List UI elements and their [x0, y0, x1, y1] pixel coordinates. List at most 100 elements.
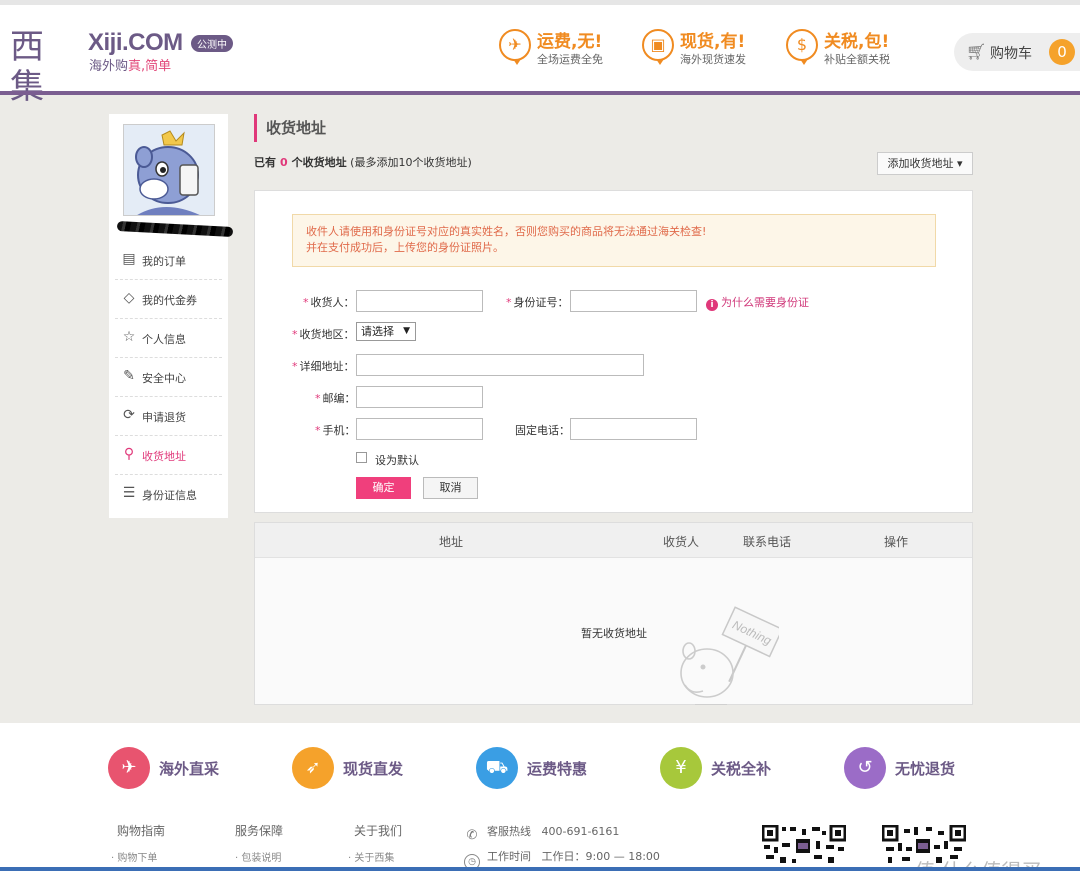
sidebar-item-label: 我的代金券	[142, 294, 197, 307]
column-phone: 联系电话	[743, 535, 792, 549]
column-address: 地址	[439, 535, 464, 549]
sidebar-item-label: 收货地址	[142, 450, 186, 463]
footer-col-service: 服务保障 · 包装说明	[235, 822, 283, 864]
piggy-icon: ¥	[660, 747, 702, 789]
footer-link[interactable]: · 关于西集	[348, 849, 402, 864]
confirm-button[interactable]: 确定	[356, 477, 411, 499]
promo-title: 运费,无!	[537, 32, 603, 52]
why-id-link[interactable]: i 为什么需要身份证	[706, 294, 809, 311]
coupon-icon: ◇	[123, 290, 135, 306]
site-footer: ✈ 海外直采 ➶ 现货直发 ⛟ 运费特惠 ¥ 关税全补 ↺ 无忧退货 购物指南 …	[0, 723, 1080, 871]
mobile-label: * 手机：	[315, 424, 356, 437]
globe-bag-icon: ✈	[108, 747, 150, 789]
mobile-input[interactable]	[356, 418, 483, 440]
receiver-label: * 收货人：	[303, 296, 355, 309]
logo-english: Xiji.COM	[88, 29, 183, 56]
footer-link[interactable]: · 包装说明	[235, 849, 283, 864]
region-label: * 收货地区：	[292, 328, 355, 341]
location-icon: ⚲	[123, 446, 135, 462]
info-icon: i	[706, 299, 718, 311]
qr-code-app	[762, 825, 846, 865]
id-number-input[interactable]	[570, 290, 697, 312]
return-icon: ↺	[844, 747, 886, 789]
star-icon: ☆	[122, 329, 136, 345]
footer-col-heading: 服务保障	[235, 824, 284, 838]
sidebar-item-security[interactable]: ✎ 安全中心	[115, 358, 222, 397]
phone-icon: ✆	[466, 828, 478, 843]
avatar[interactable]	[123, 124, 215, 216]
logo-chinese: 西集	[10, 27, 44, 107]
sidebar-item-orders[interactable]: ▤ 我的订单	[115, 241, 222, 280]
address-label: * 详细地址：	[292, 360, 355, 373]
address-count: 已有 0 个收货地址 (最多添加10个收货地址)	[254, 156, 472, 169]
zip-label: * 邮编：	[315, 392, 356, 405]
account-sidebar: ▤ 我的订单 ◇ 我的代金券 ☆ 个人信息 ✎ 安全中心 ⟳ 申请退货 ⚲ 收货…	[109, 114, 234, 518]
cart-label: 购物车	[990, 46, 1032, 62]
default-checkbox-label: 设为默认	[375, 454, 419, 467]
footer-col-heading: 关于我们	[354, 824, 403, 838]
footer-col-heading: 购物指南	[117, 824, 166, 838]
chevron-down-icon: ▼	[403, 326, 410, 336]
sidebar-item-label: 申请退货	[142, 411, 186, 424]
footer-link[interactable]: · 购物下单	[111, 849, 165, 864]
phone-label: 固定电话：	[515, 424, 570, 437]
hotline: ✆ 客服热线 400-691-6161	[464, 823, 620, 845]
cancel-button[interactable]: 取消	[423, 477, 478, 499]
feature-label: 关税全补	[711, 760, 772, 778]
promo-title: 关税,包!	[824, 32, 890, 52]
promo-title: 现货,有!	[680, 32, 746, 52]
sidebar-item-addresses[interactable]: ⚲ 收货地址	[115, 436, 222, 475]
table-header: 地址 收货人 联系电话 操作	[255, 523, 972, 558]
refresh-icon: ⟳	[123, 407, 135, 423]
sidebar-item-label: 安全中心	[142, 372, 186, 385]
region-select[interactable]: 请选择 ▼	[356, 322, 416, 341]
sidebar-item-label: 个人信息	[142, 333, 186, 346]
edit-icon: ✎	[123, 368, 135, 384]
sidebar-item-label: 我的订单	[142, 255, 186, 268]
empty-state-text: 暂无收货地址	[581, 627, 647, 640]
add-address-button[interactable]: 添加收货地址 ▾	[877, 152, 973, 175]
rocket-icon: ➶	[292, 747, 334, 789]
feature-label: 现货直发	[343, 760, 404, 778]
site-header: 西集 Xiji.COM 海外购真,简单 公测中 ✈ 运费,无! 全场运费全免 ▣…	[0, 5, 1080, 107]
sidebar-item-coupons[interactable]: ◇ 我的代金券	[115, 280, 222, 319]
cart-count-badge: 0	[1049, 39, 1075, 65]
cart-button[interactable]: 🛒︎ 购物车 0	[954, 33, 1080, 71]
truck-icon: ⛟	[476, 747, 518, 789]
column-actions: 操作	[884, 535, 909, 549]
receiver-input[interactable]	[356, 290, 483, 312]
footer-col-about: 关于我们 · 关于西集	[348, 822, 403, 864]
promo-subtitle: 全场运费全免	[537, 53, 603, 66]
sidebar-item-profile[interactable]: ☆ 个人信息	[115, 319, 222, 358]
id-notice: 收件人请使用和身份证号对应的真实姓名，否则您购买的商品将无法通过海关检查! 并在…	[292, 214, 936, 267]
feature-label: 无忧退货	[895, 760, 956, 778]
window-taskbar-edge	[0, 867, 1080, 871]
address-input[interactable]	[356, 354, 644, 376]
header-divider	[0, 91, 1080, 95]
id-card-icon: ☰	[122, 485, 136, 501]
coin-icon: $	[786, 29, 818, 65]
sidebar-item-label: 身份证信息	[142, 489, 197, 502]
sidebar-menu: ▤ 我的订单 ◇ 我的代金券 ☆ 个人信息 ✎ 安全中心 ⟳ 申请退货 ⚲ 收货…	[109, 241, 228, 514]
nothing-rhino-illustration: Nothing	[680, 606, 779, 705]
address-form: 收件人请使用和身份证号对应的真实姓名，否则您购买的商品将无法通过海关检查! 并在…	[254, 190, 973, 513]
sidebar-item-id-card[interactable]: ☰ 身份证信息	[115, 475, 222, 514]
id-number-label: * 身份证号：	[506, 296, 569, 309]
default-checkbox[interactable]	[356, 452, 367, 463]
promo-subtitle: 海外现货速发	[680, 53, 746, 66]
phone-input[interactable]	[570, 418, 697, 440]
plane-icon: ✈	[499, 29, 531, 65]
order-icon: ▤	[122, 251, 136, 267]
feature-label: 运费特惠	[527, 760, 588, 778]
column-receiver: 收货人	[663, 535, 700, 549]
box-icon: ▣	[642, 29, 674, 65]
sidebar-item-returns[interactable]: ⟳ 申请退货	[115, 397, 222, 436]
feature-label: 海外直采	[159, 760, 220, 778]
cart-icon: 🛒︎	[966, 42, 987, 61]
zip-input[interactable]	[356, 386, 483, 408]
footer-col-guide: 购物指南 · 购物下单	[111, 822, 166, 864]
username-redacted	[116, 220, 234, 238]
promo-subtitle: 补贴全额关税	[824, 53, 890, 66]
beta-badge: 公测中	[191, 35, 233, 52]
page-title: 收货地址	[254, 114, 326, 142]
